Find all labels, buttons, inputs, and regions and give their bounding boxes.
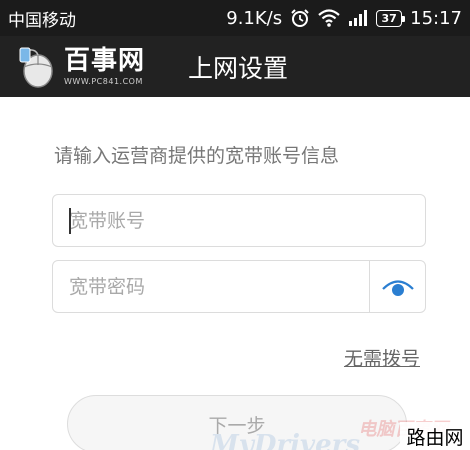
logo-url: WWW.PC841.COM — [64, 77, 143, 86]
form-prompt: 请输入运营商提供的宽带账号信息 — [54, 145, 340, 167]
battery-icon: 37 — [376, 9, 406, 27]
account-field[interactable] — [52, 194, 426, 247]
app-bar: 百事网 WWW.PC841.COM 上网设置 — [0, 36, 470, 97]
clock-time: 15:17 — [410, 7, 462, 29]
alarm-clock-icon — [290, 8, 310, 28]
eye-icon — [381, 279, 414, 296]
app-logo: 百事网 WWW.PC841.COM — [16, 42, 166, 92]
logo-text: 百事网 — [64, 46, 146, 76]
status-bar: 中国移动 9.1K/s 37 15:17 — [0, 0, 470, 36]
show-password-button[interactable] — [369, 261, 425, 312]
no-dial-link[interactable]: 无需拨号 — [344, 344, 420, 371]
network-speed: 9.1K/s — [226, 7, 283, 29]
text-cursor — [69, 208, 71, 234]
cell-signal-icon — [348, 9, 368, 27]
watermark-italic: MyDrivers — [210, 430, 360, 450]
watermark-corner: 路由网 — [400, 422, 470, 450]
page-title: 上网设置 — [188, 53, 289, 83]
wifi-icon — [318, 9, 340, 27]
status-icons: 9.1K/s 37 15:17 — [226, 8, 462, 29]
settings-form: 请输入运营商提供的宽带账号信息 无需拨号 下一步 MyDrivers 电脑百事网… — [0, 97, 470, 450]
password-field[interactable] — [52, 260, 426, 313]
account-input[interactable] — [53, 195, 425, 246]
logo-brand: 百事网 WWW.PC841.COM — [64, 47, 145, 86]
carrier-name: 中国移动 — [8, 10, 76, 31]
password-input[interactable] — [53, 261, 369, 312]
mouse-logo-icon — [19, 47, 53, 88]
